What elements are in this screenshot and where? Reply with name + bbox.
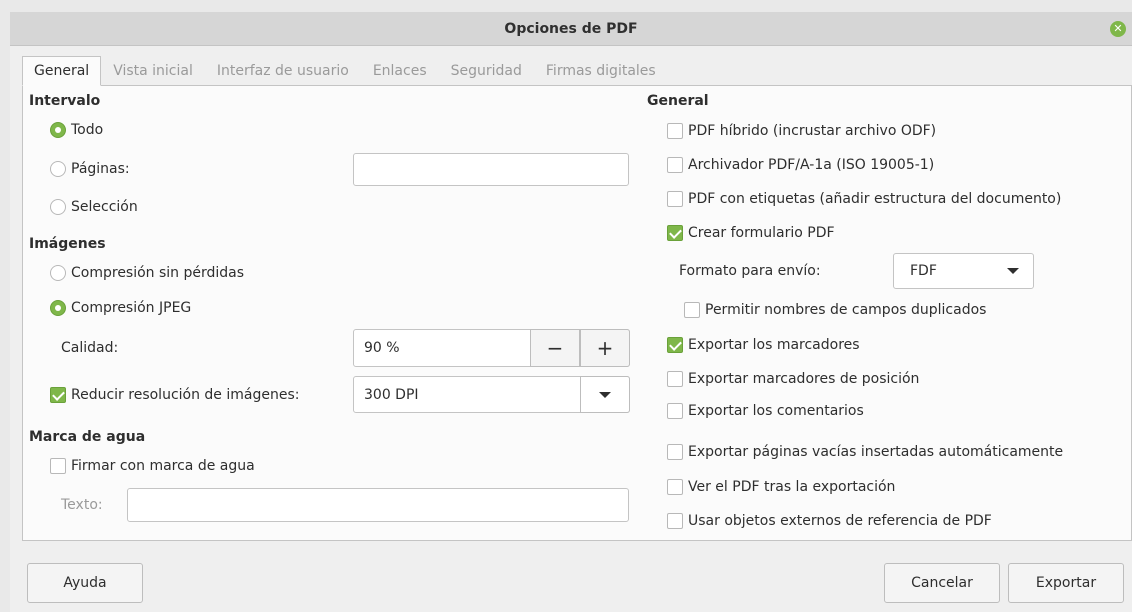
tab-digital-signatures[interactable]: Firmas digitales	[534, 56, 668, 86]
jpeg-label: Compresión JPEG	[71, 300, 192, 316]
watermark-text-input[interactable]	[127, 488, 629, 522]
tab-bar: General Vista inicial Interfaz de usuari…	[22, 56, 668, 86]
tagged-pdf-checkbox[interactable]: PDF con etiquetas (añadir estructura del…	[667, 189, 1061, 209]
chevron-down-icon	[599, 391, 611, 398]
tab-initial-view[interactable]: Vista inicial	[101, 56, 205, 86]
submit-format-dropdown[interactable]: FDF	[893, 253, 1034, 289]
lossless-radio[interactable]: Compresión sin pérdidas	[50, 263, 244, 283]
quality-value: 90 %	[364, 340, 400, 356]
range-selection-radio[interactable]: Selección	[50, 197, 138, 217]
sign-watermark-label: Firmar con marca de agua	[71, 458, 255, 474]
allow-duplicates-label: Permitir nombres de campos duplicados	[705, 302, 987, 318]
tab-user-interface[interactable]: Interfaz de usuario	[205, 56, 361, 86]
use-xobjects-checkbox[interactable]: Usar objetos externos de referencia de P…	[667, 511, 992, 531]
export-placeholders-checkbox[interactable]: Exportar marcadores de posición	[667, 369, 919, 389]
tab-security[interactable]: Seguridad	[439, 56, 534, 86]
submit-format-value: FDF	[910, 263, 937, 279]
help-button[interactable]: Ayuda	[27, 563, 143, 603]
export-bookmarks-checkbox[interactable]: Exportar los marcadores	[667, 335, 860, 355]
view-pdf-checkbox[interactable]: Ver el PDF tras la exportación	[667, 477, 895, 497]
hybrid-pdf-label: PDF híbrido (incrustar archivo ODF)	[688, 123, 937, 139]
checkbox-icon	[667, 225, 683, 241]
checkbox-icon	[667, 444, 683, 460]
tab-general[interactable]: General	[22, 56, 102, 86]
minus-icon: −	[546, 336, 564, 360]
archive-pdfa-checkbox[interactable]: Archivador PDF/A-1a (ISO 19005-1)	[667, 155, 934, 175]
radio-icon	[50, 265, 66, 281]
watermark-heading: Marca de agua	[29, 429, 146, 445]
view-pdf-label: Ver el PDF tras la exportación	[688, 479, 896, 495]
watermark-text-label: Texto:	[61, 497, 103, 513]
window-title: Opciones de PDF	[504, 20, 638, 37]
sign-watermark-checkbox[interactable]: Firmar con marca de agua	[50, 456, 255, 476]
jpeg-radio[interactable]: Compresión JPEG	[50, 298, 191, 318]
quality-label: Calidad:	[61, 340, 119, 356]
close-icon[interactable]: ✕	[1110, 21, 1126, 37]
increase-quality-button[interactable]: +	[580, 329, 630, 367]
range-pages-label: Páginas:	[71, 161, 130, 177]
general-heading: General	[647, 93, 709, 109]
pages-input[interactable]	[353, 153, 629, 186]
images-heading: Imágenes	[29, 236, 106, 252]
export-comments-checkbox[interactable]: Exportar los comentarios	[667, 401, 864, 421]
checkbox-icon	[667, 157, 683, 173]
export-blank-pages-label: Exportar páginas vacías insertadas autom…	[688, 444, 1064, 460]
export-bookmarks-label: Exportar los marcadores	[688, 337, 860, 353]
resolution-dropdown-button[interactable]	[580, 376, 630, 413]
radio-icon	[50, 199, 66, 215]
reduce-resolution-label: Reducir resolución de imágenes:	[71, 387, 300, 403]
checkbox-icon	[667, 403, 683, 419]
export-blank-pages-checkbox[interactable]: Exportar páginas vacías insertadas autom…	[667, 442, 1063, 462]
range-selection-label: Selección	[71, 199, 138, 215]
create-form-label: Crear formulario PDF	[688, 225, 835, 241]
range-pages-radio[interactable]: Páginas:	[50, 159, 130, 179]
range-all-label: Todo	[71, 122, 104, 138]
radio-icon	[50, 161, 66, 177]
export-placeholders-label: Exportar marcadores de posición	[688, 371, 920, 387]
radio-icon	[50, 122, 66, 138]
checkbox-icon	[667, 371, 683, 387]
title-bar: Opciones de PDF ✕	[10, 12, 1132, 46]
tagged-pdf-label: PDF con etiquetas (añadir estructura del…	[688, 191, 1062, 207]
reduce-resolution-checkbox[interactable]: Reducir resolución de imágenes:	[50, 385, 299, 405]
cancel-button[interactable]: Cancelar	[884, 563, 1000, 603]
checkbox-icon	[50, 387, 66, 403]
checkbox-icon	[667, 337, 683, 353]
range-heading: Intervalo	[29, 93, 101, 109]
checkbox-icon	[667, 479, 683, 495]
hybrid-pdf-checkbox[interactable]: PDF híbrido (incrustar archivo ODF)	[667, 121, 936, 141]
plus-icon: +	[596, 336, 614, 360]
archive-pdfa-label: Archivador PDF/A-1a (ISO 19005-1)	[688, 157, 935, 173]
radio-icon	[50, 300, 66, 316]
checkbox-icon	[667, 513, 683, 529]
export-comments-label: Exportar los comentarios	[688, 403, 864, 419]
tab-links[interactable]: Enlaces	[361, 56, 439, 86]
decrease-quality-button[interactable]: −	[530, 329, 580, 367]
chevron-down-icon	[1007, 268, 1019, 274]
checkbox-icon	[667, 191, 683, 207]
range-all-radio[interactable]: Todo	[50, 120, 103, 140]
submit-format-label: Formato para envío:	[679, 263, 821, 279]
checkbox-icon	[684, 302, 700, 318]
checkbox-icon	[50, 458, 66, 474]
resolution-value: 300 DPI	[364, 386, 419, 403]
checkbox-icon	[667, 123, 683, 139]
allow-duplicates-checkbox[interactable]: Permitir nombres de campos duplicados	[684, 300, 986, 320]
use-xobjects-label: Usar objetos externos de referencia de P…	[688, 513, 992, 529]
lossless-label: Compresión sin pérdidas	[71, 265, 245, 281]
export-button[interactable]: Exportar	[1008, 563, 1124, 603]
create-form-checkbox[interactable]: Crear formulario PDF	[667, 223, 835, 243]
